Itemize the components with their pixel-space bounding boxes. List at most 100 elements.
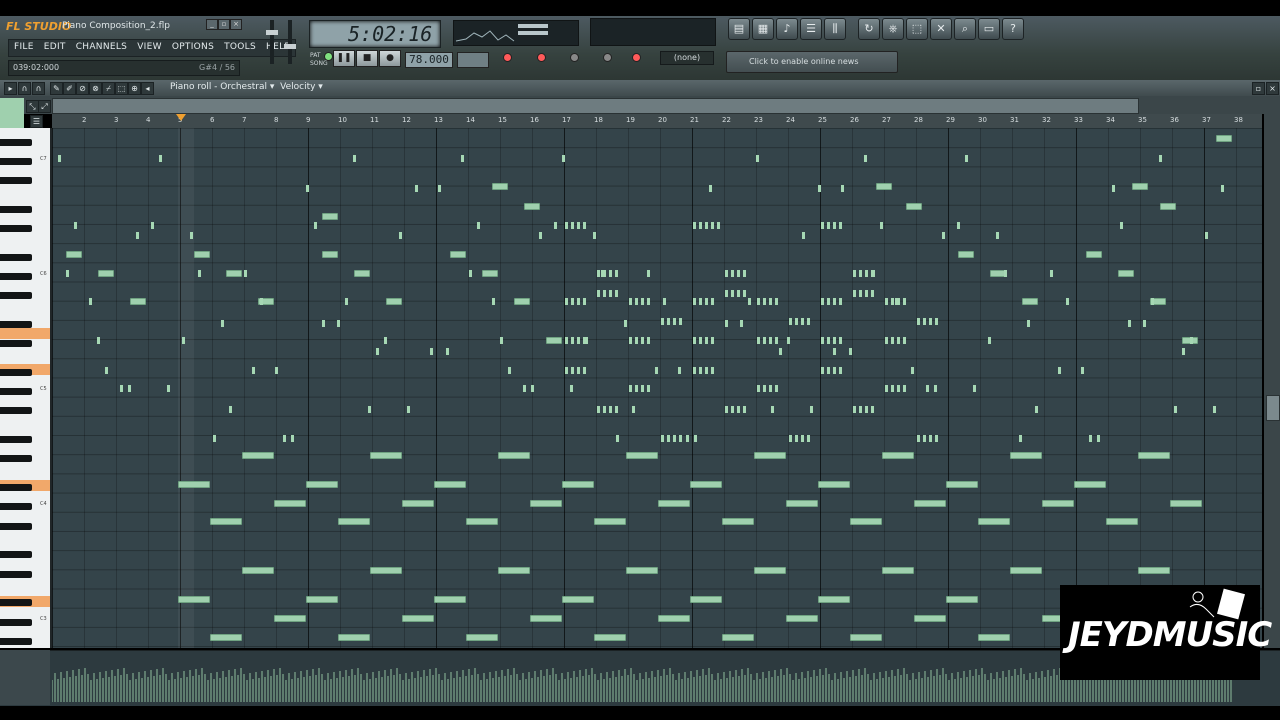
ruler-label: 11 [370, 116, 379, 124]
blend-led[interactable] [537, 53, 546, 62]
play-button[interactable]: ❚❚ [333, 50, 355, 67]
browser-icon[interactable]: ☰ [800, 18, 822, 40]
step-sequencer-icon[interactable]: ▦ [752, 18, 774, 40]
piano-roll-icon[interactable]: ♪ [776, 18, 798, 40]
zoom-icon[interactable]: ⌕ [954, 18, 976, 40]
black-key[interactable] [0, 292, 32, 300]
menu-file[interactable]: FILE [9, 40, 39, 56]
black-key[interactable] [0, 551, 32, 559]
black-key[interactable] [0, 138, 32, 146]
metronome-led[interactable] [632, 53, 641, 62]
black-key[interactable] [0, 503, 32, 511]
ruler-label: 29 [946, 116, 955, 124]
playback-icon[interactable]: ◂ [141, 82, 154, 95]
watermark-logo: JEYDMUSIC [1060, 585, 1272, 680]
mixer-icon[interactable]: ⫼ [824, 18, 846, 40]
menu-view[interactable]: VIEW [132, 40, 167, 56]
zoom-tool-icon[interactable]: ⊕ [128, 82, 141, 95]
vertical-scrollbar[interactable] [1264, 96, 1280, 648]
black-key[interactable] [0, 340, 32, 348]
black-key[interactable] [0, 618, 32, 626]
volume-handle[interactable] [266, 30, 278, 35]
stop-button[interactable]: ■ [356, 50, 378, 67]
magnet-icon[interactable]: ∩ [18, 82, 31, 95]
note-grid[interactable] [52, 128, 1262, 648]
render-icon[interactable]: ✕ [930, 18, 952, 40]
pitch-handle[interactable] [284, 44, 296, 49]
menu-edit[interactable]: EDIT [39, 40, 71, 56]
playhead-band [178, 128, 194, 648]
close-window-icon[interactable]: × [1266, 82, 1279, 95]
zoom-out-icon[interactable]: ⤢ [38, 100, 51, 113]
black-key[interactable] [0, 157, 32, 165]
typing-keyboard-led[interactable] [570, 53, 579, 62]
menu-arrow-icon[interactable]: ▸ [4, 82, 17, 95]
ruler-label: 35 [1138, 116, 1147, 124]
black-key[interactable] [0, 369, 32, 376]
piano-keyboard[interactable]: C7 C6 C5 C4 C3 [0, 128, 52, 648]
ruler-label: 37 [1202, 116, 1211, 124]
black-key[interactable] [0, 225, 32, 232]
plugin-icon[interactable]: ⎈ [882, 18, 904, 40]
close-icon[interactable]: × [230, 19, 242, 30]
snap-icon[interactable]: ∩ [32, 82, 45, 95]
black-key[interactable] [0, 570, 32, 578]
help-icon[interactable]: ? [1002, 18, 1024, 40]
minimize-icon[interactable]: _ [206, 19, 218, 30]
master-pitch-slider[interactable] [288, 20, 292, 64]
menu-tools[interactable]: TOOLS [219, 40, 261, 56]
black-key[interactable] [0, 637, 32, 645]
black-key[interactable] [0, 177, 32, 184]
black-key[interactable] [0, 436, 32, 444]
restore-icon[interactable]: ▫ [218, 19, 230, 30]
playlist-icon[interactable]: ▤ [728, 18, 750, 40]
playhead-marker-icon[interactable] [176, 114, 186, 121]
save-icon[interactable]: ⬚ [906, 18, 928, 40]
refresh-icon[interactable]: ↻ [858, 18, 880, 40]
channel-name[interactable]: Piano roll - Orchestral [170, 82, 267, 92]
ruler-label: 30 [978, 116, 987, 124]
master-volume-slider[interactable] [270, 20, 274, 64]
black-key[interactable] [0, 273, 32, 280]
ruler-label: 22 [722, 116, 731, 124]
pattern-mode-led[interactable] [324, 52, 333, 61]
velocity-bars[interactable] [52, 652, 1232, 702]
menu-options[interactable]: OPTIONS [167, 40, 219, 56]
black-key[interactable] [0, 484, 32, 492]
song-time: 5:02:16 [348, 22, 433, 46]
news-ticker[interactable]: Click to enable online news [726, 51, 898, 73]
pencil-icon[interactable]: ✎ [50, 82, 63, 95]
step-edit-led[interactable] [603, 53, 612, 62]
menu-channels[interactable]: CHANNELS [71, 40, 133, 56]
pressed-key[interactable] [0, 328, 50, 339]
ruler-label: 18 [594, 116, 603, 124]
paint-icon[interactable]: ✐ [63, 82, 76, 95]
mute-icon[interactable]: ⊗ [89, 82, 102, 95]
tempo-display[interactable]: 78.000 [405, 52, 453, 68]
ruler-label: 12 [402, 116, 411, 124]
output-selector[interactable]: (none) [660, 51, 714, 65]
ghost-channel-swatch[interactable] [0, 98, 24, 128]
select-icon[interactable]: ⬚ [115, 82, 128, 95]
horizontal-scrollbar[interactable] [52, 98, 1139, 114]
vertical-scroll-thumb[interactable] [1266, 395, 1280, 421]
record-led[interactable] [503, 53, 512, 62]
black-key[interactable] [0, 388, 32, 396]
black-key[interactable] [0, 253, 32, 261]
delete-icon[interactable]: ⊘ [76, 82, 89, 95]
restore-window-icon[interactable]: ▫ [1252, 82, 1265, 95]
black-key[interactable] [0, 205, 32, 213]
octave-label: C6 [40, 271, 47, 277]
notes-icon[interactable]: ▭ [978, 18, 1000, 40]
black-key[interactable] [0, 599, 32, 607]
slice-icon[interactable]: ⌿ [102, 82, 115, 95]
event-target[interactable]: Velocity [280, 82, 315, 92]
black-key[interactable] [0, 455, 32, 463]
record-button[interactable]: ● [379, 50, 401, 67]
black-key[interactable] [0, 522, 32, 530]
piano-menu-icon[interactable]: ☰ [30, 115, 43, 128]
timeline-ruler[interactable]: 2 3 4 5 6 7 8 9 10 11 12 13 14 15 16 17 18 19 20 21 22 23 24 25… [52, 114, 1262, 129]
pattern-selector[interactable] [457, 52, 489, 68]
black-key[interactable] [0, 321, 32, 328]
black-key[interactable] [0, 407, 32, 415]
